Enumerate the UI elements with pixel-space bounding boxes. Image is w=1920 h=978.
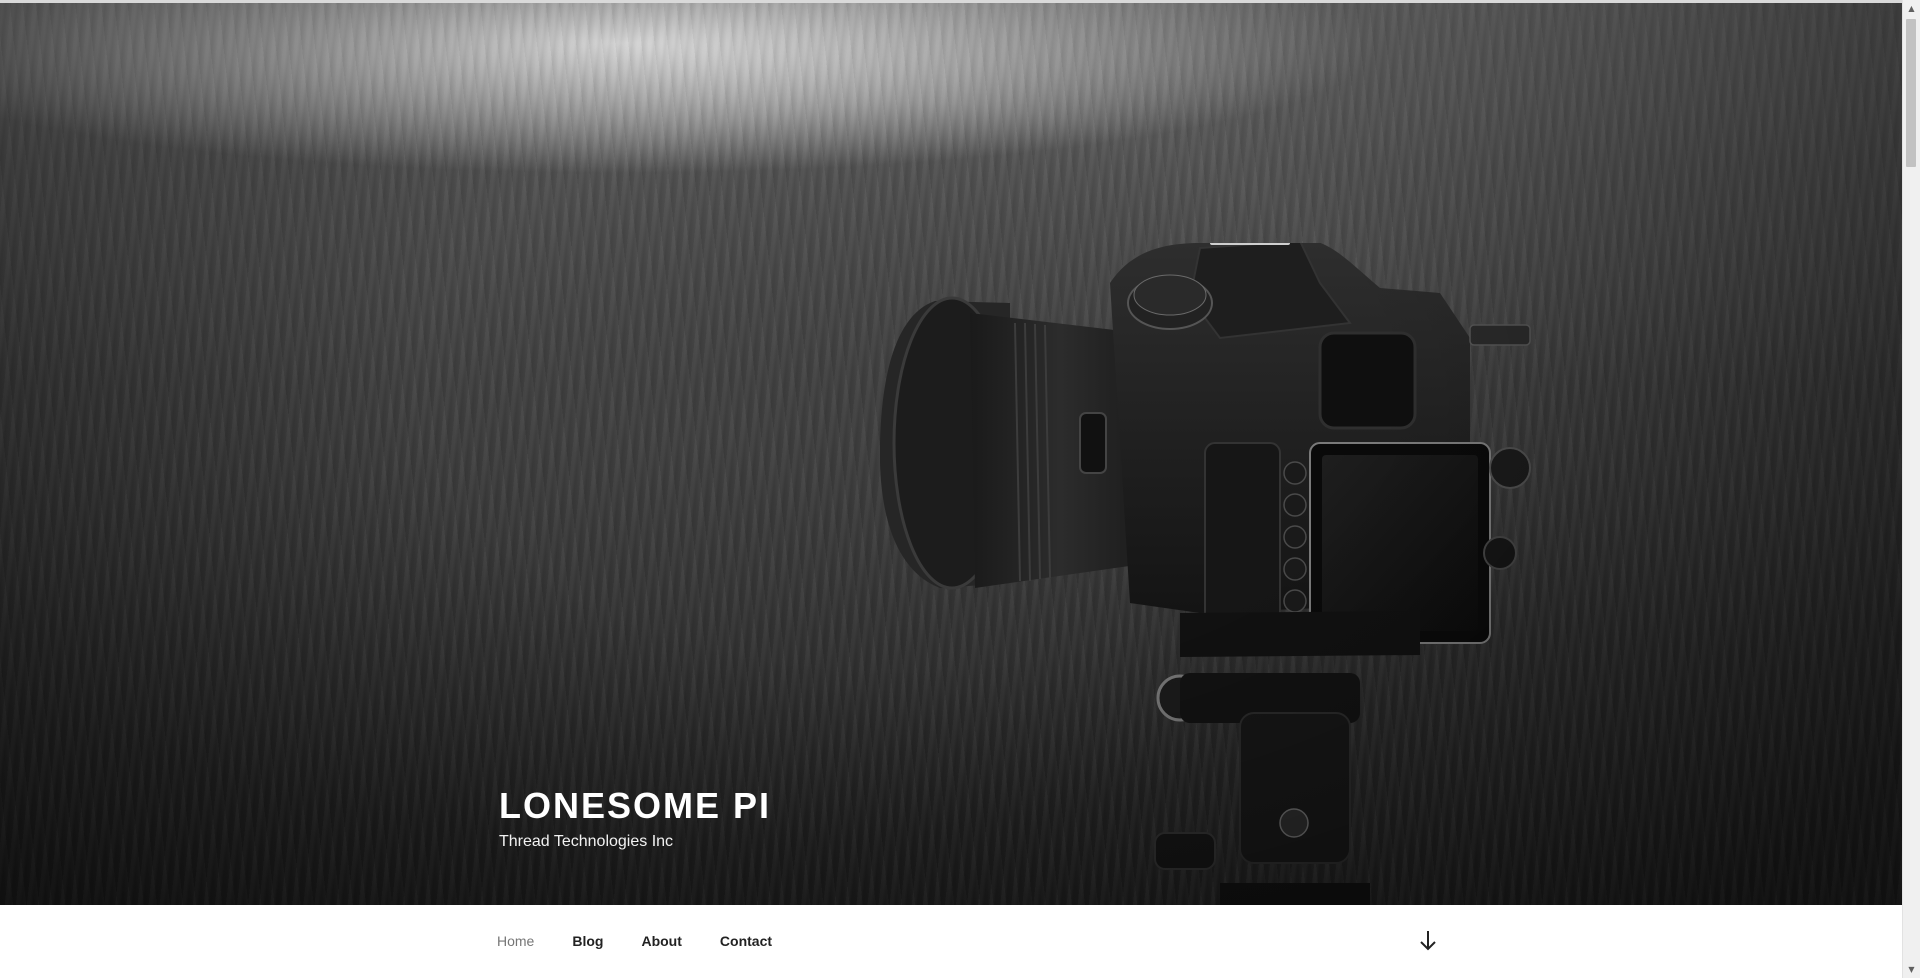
site-description: Thread Technologies Inc	[499, 833, 674, 850]
site-branding: LONESOME PI Thread Technologies Inc	[499, 785, 771, 853]
nav-item-blog[interactable]: Blog	[572, 932, 603, 950]
nav-item-contact[interactable]: Contact	[720, 932, 772, 950]
header-vignette	[0, 3, 1902, 905]
page: Nikon	[0, 0, 1920, 978]
top-menu: Home Blog About Contact	[497, 932, 810, 950]
scrollbar-thumb[interactable]	[1906, 19, 1916, 167]
triangle-down-icon[interactable]: ▼	[1903, 961, 1920, 978]
navigation-bar: Home Blog About Contact	[0, 905, 1902, 978]
triangle-up-icon[interactable]: ▲	[1903, 0, 1920, 17]
nav-item-about[interactable]: About	[641, 932, 681, 950]
arrow-down-icon[interactable]	[1418, 929, 1438, 953]
vertical-scrollbar[interactable]: ▲ ▼	[1902, 0, 1920, 978]
nav-item-home[interactable]: Home	[497, 932, 534, 950]
custom-header: Nikon	[0, 3, 1902, 905]
site-title[interactable]: LONESOME PI	[499, 785, 771, 827]
